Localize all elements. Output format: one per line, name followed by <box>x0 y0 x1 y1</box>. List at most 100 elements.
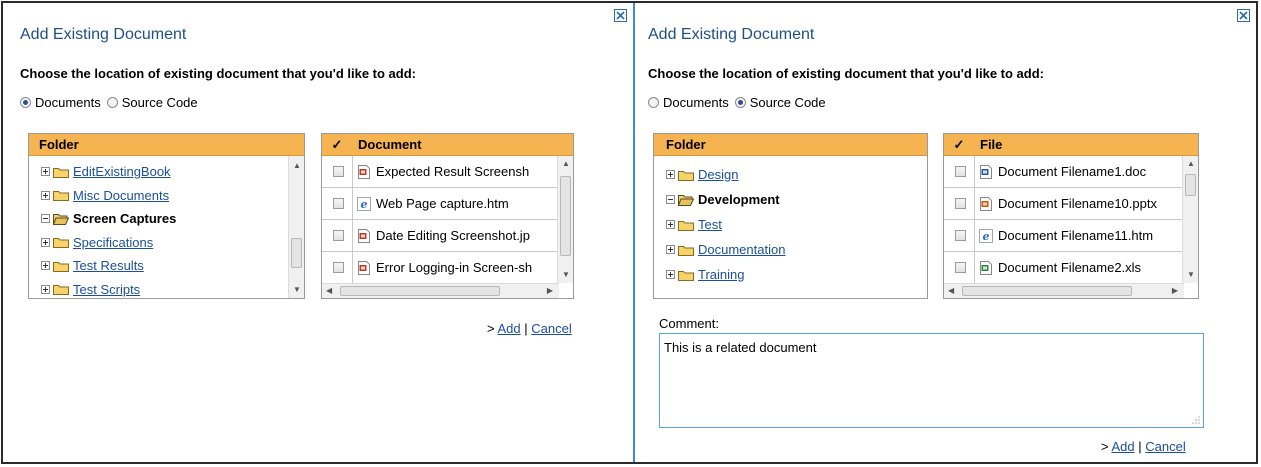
expand-icon[interactable] <box>41 284 50 294</box>
source-code-radio[interactable] <box>734 97 746 108</box>
row-checkbox[interactable] <box>333 262 344 273</box>
expand-icon[interactable] <box>41 261 50 270</box>
documents-radio[interactable] <box>20 97 31 108</box>
document-list-vscroll[interactable]: ▲ ▼ <box>557 156 573 283</box>
row-checkbox[interactable] <box>333 230 344 241</box>
documents-radio[interactable] <box>648 97 659 108</box>
scroll-thumb[interactable] <box>560 176 571 256</box>
file-list-hscroll[interactable]: ◀ ▶ <box>944 283 1184 298</box>
document-list-hscroll[interactable]: ◀ ▶ <box>322 283 559 298</box>
source-code-radio-label[interactable]: Source Code <box>122 95 198 110</box>
folder-item[interactable]: Training <box>666 267 744 282</box>
expand-icon[interactable] <box>666 245 675 254</box>
scroll-thumb[interactable] <box>1185 174 1196 196</box>
file-name: Web Page capture.htm <box>376 196 509 211</box>
folder-item[interactable]: Misc Documents <box>41 188 169 203</box>
folder-label[interactable]: Documentation <box>698 242 785 257</box>
add-link[interactable]: Add <box>1112 439 1135 454</box>
list-item[interactable]: Document Filename10.pptx <box>944 188 1184 220</box>
expand-icon[interactable] <box>666 270 675 279</box>
list-item[interactable]: e Document Filename11.htm <box>944 220 1184 252</box>
list-item[interactable]: Expected Result Screensh <box>322 156 559 188</box>
scroll-left-icon[interactable]: ◀ <box>948 287 954 295</box>
scroll-up-icon[interactable]: ▲ <box>1187 160 1195 168</box>
row-checkbox[interactable] <box>955 198 966 209</box>
file-list-header: ✓ File <box>944 134 1198 156</box>
add-link[interactable]: Add <box>498 321 521 336</box>
row-checkbox[interactable] <box>955 262 966 273</box>
scroll-thumb[interactable] <box>291 238 302 268</box>
folder-icon <box>678 244 698 256</box>
list-item[interactable]: Date Editing Screenshot.jp <box>322 220 559 252</box>
folder-label[interactable]: Training <box>698 267 744 282</box>
folder-item[interactable]: Test <box>666 217 722 232</box>
folder-item[interactable]: Test Scripts <box>41 282 140 297</box>
folder-open-icon <box>678 194 698 206</box>
scroll-thumb[interactable] <box>340 286 500 296</box>
expand-icon[interactable] <box>41 167 50 176</box>
documents-radio-label[interactable]: Documents <box>663 95 729 110</box>
expand-icon[interactable] <box>41 237 50 247</box>
expand-icon[interactable] <box>41 190 50 200</box>
scroll-right-icon[interactable]: ▶ <box>1172 287 1178 295</box>
folder-item[interactable]: Documentation <box>666 242 785 257</box>
row-checkbox[interactable] <box>955 166 966 177</box>
folder-label[interactable]: Misc Documents <box>73 188 169 203</box>
row-checkbox[interactable] <box>333 198 344 209</box>
expand-icon[interactable] <box>666 220 675 229</box>
cancel-link[interactable]: Cancel <box>531 321 571 336</box>
folder-item[interactable]: Screen Captures <box>41 211 176 226</box>
documents-radio-label[interactable]: Documents <box>35 95 101 110</box>
comment-textarea[interactable]: This is a related document <box>659 333 1204 428</box>
folder-icon <box>678 219 698 231</box>
folder-label[interactable]: Test Results <box>73 258 144 273</box>
folder-label[interactable]: Specifications <box>73 235 153 250</box>
close-icon[interactable] <box>1237 9 1250 22</box>
folder-item[interactable]: Development <box>666 192 780 207</box>
folder-item[interactable]: Design <box>666 167 738 182</box>
file-list-vscroll[interactable]: ▲ ▼ <box>1182 156 1198 283</box>
action-separator: | <box>1138 439 1142 454</box>
file-column-header: File <box>980 137 1003 152</box>
list-item[interactable]: Document Filename1.doc <box>944 156 1184 188</box>
resize-grip-icon[interactable] <box>1192 416 1200 424</box>
file-name: Expected Result Screensh <box>376 164 530 179</box>
scroll-left-icon[interactable]: ◀ <box>326 287 332 295</box>
scroll-down-icon[interactable]: ▼ <box>293 286 301 294</box>
folder-open-icon <box>53 213 73 225</box>
folder-label[interactable]: EditExistingBook <box>73 164 171 179</box>
file-list: ✓ File Document Filename1.doc Document Fi… <box>943 133 1199 299</box>
folder-label[interactable]: Design <box>698 167 738 182</box>
cancel-link[interactable]: Cancel <box>1145 439 1185 454</box>
folder-label[interactable]: Test <box>698 217 722 232</box>
folder-item[interactable]: EditExistingBook <box>41 164 171 179</box>
list-item[interactable]: Error Logging-in Screen-sh <box>322 252 559 284</box>
scroll-right-icon[interactable]: ▶ <box>547 287 553 295</box>
expand-icon[interactable] <box>666 170 675 179</box>
folder-item[interactable]: Test Results <box>41 258 144 273</box>
ie-file-icon: e <box>979 228 998 243</box>
row-checkbox[interactable] <box>955 230 966 241</box>
source-code-radio-label[interactable]: Source Code <box>750 95 826 110</box>
powerpoint-file-icon <box>979 196 998 211</box>
collapse-icon[interactable] <box>41 214 50 223</box>
list-item[interactable]: e Web Page capture.htm <box>322 188 559 220</box>
close-icon[interactable] <box>614 9 627 22</box>
folder-label[interactable]: Screen Captures <box>73 211 176 226</box>
excel-file-icon <box>979 260 998 275</box>
svg-text:e: e <box>983 230 990 243</box>
scroll-up-icon[interactable]: ▲ <box>562 160 570 168</box>
document-list: ✓ Document Expected Result Screensh e Web … <box>321 133 574 299</box>
scroll-up-icon[interactable]: ▲ <box>293 162 301 170</box>
folder-item[interactable]: Specifications <box>41 235 153 250</box>
folder-label[interactable]: Development <box>698 192 780 207</box>
source-code-radio[interactable] <box>106 97 118 108</box>
folder-tree-scrollbar[interactable]: ▲ ▼ <box>288 156 304 298</box>
collapse-icon[interactable] <box>666 195 675 204</box>
folder-label[interactable]: Test Scripts <box>73 282 140 297</box>
scroll-down-icon[interactable]: ▼ <box>562 271 570 279</box>
row-checkbox[interactable] <box>333 166 344 177</box>
list-item[interactable]: Document Filename2.xls <box>944 252 1184 284</box>
scroll-thumb[interactable] <box>962 286 1132 296</box>
scroll-down-icon[interactable]: ▼ <box>1187 271 1195 279</box>
